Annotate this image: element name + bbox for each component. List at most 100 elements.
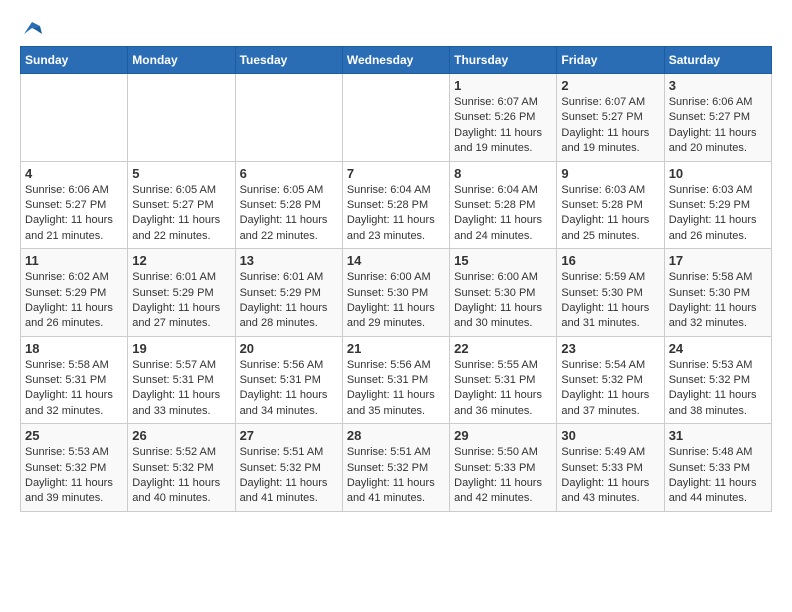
calendar-cell: 7Sunrise: 6:04 AMSunset: 5:28 PMDaylight… [342, 161, 449, 249]
calendar-cell: 31Sunrise: 5:48 AMSunset: 5:33 PMDayligh… [664, 424, 771, 512]
calendar-cell: 11 Sunrise: 6:02 AMSunset: 5:29 PMDayligh… [21, 249, 128, 337]
weekday-header-friday: Friday [557, 47, 664, 74]
day-info: Sunrise: 5:57 AMSunset: 5:31 PMDaylight:… [132, 358, 230, 420]
day-number: 21 [347, 341, 445, 356]
day-number: 20 [240, 341, 338, 356]
day-number: 26 [132, 428, 230, 443]
calendar-cell: 15 Sunrise: 6:00 AMSunset: 5:30 PMDayligh… [450, 249, 557, 337]
calendar-cell: 5 Sunrise: 6:05 AMSunset: 5:27 PMDaylight… [128, 161, 235, 249]
calendar-cell: 24 Sunrise: 5:53 AMSunset: 5:32 PMDayligh… [664, 336, 771, 424]
calendar-cell: 20 Sunrise: 5:56 AMSunset: 5:31 PMDayligh… [235, 336, 342, 424]
day-info: Sunrise: 5:59 AMSunset: 5:30 PMDaylight:… [561, 270, 659, 332]
day-number: 28 [347, 428, 445, 443]
day-info: Sunrise: 6:01 AMSunset: 5:29 PMDaylight:… [240, 270, 338, 332]
day-info: Sunrise: 6:03 AMSunset: 5:29 PMDaylight:… [669, 183, 767, 245]
day-number: 3 [669, 78, 767, 93]
calendar-cell: 9 Sunrise: 6:03 AMSunset: 5:28 PMDaylight… [557, 161, 664, 249]
day-info: Sunrise: 5:56 AMSunset: 5:31 PMDaylight:… [240, 358, 338, 420]
calendar-cell: 3 Sunrise: 6:06 AMSunset: 5:27 PMDaylight… [664, 74, 771, 162]
calendar-cell: 22 Sunrise: 5:55 AMSunset: 5:31 PMDayligh… [450, 336, 557, 424]
day-info: Sunrise: 5:54 AMSunset: 5:32 PMDaylight:… [561, 358, 659, 420]
day-number: 19 [132, 341, 230, 356]
calendar-cell [342, 74, 449, 162]
calendar-cell: 18 Sunrise: 5:58 AMSunset: 5:31 PMDayligh… [21, 336, 128, 424]
day-info: Sunrise: 6:05 AMSunset: 5:28 PMDaylight:… [240, 183, 338, 245]
day-number: 18 [25, 341, 123, 356]
day-number: 31 [669, 428, 767, 443]
day-number: 14 [347, 253, 445, 268]
day-number: 1 [454, 78, 552, 93]
day-info: Sunrise: 5:58 AMSunset: 5:30 PMDaylight:… [669, 270, 767, 332]
calendar-cell: 6 Sunrise: 6:05 AMSunset: 5:28 PMDaylight… [235, 161, 342, 249]
calendar-cell: 23 Sunrise: 5:54 AMSunset: 5:32 PMDayligh… [557, 336, 664, 424]
calendar-cell: 4 Sunrise: 6:06 AMSunset: 5:27 PMDaylight… [21, 161, 128, 249]
calendar-cell: 13 Sunrise: 6:01 AMSunset: 5:29 PMDayligh… [235, 249, 342, 337]
calendar-cell: 17 Sunrise: 5:58 AMSunset: 5:30 PMDayligh… [664, 249, 771, 337]
logo [20, 20, 42, 36]
day-number: 24 [669, 341, 767, 356]
day-number: 22 [454, 341, 552, 356]
day-info: Sunrise: 5:56 AMSunset: 5:31 PMDaylight:… [347, 358, 445, 420]
weekday-header-sunday: Sunday [21, 47, 128, 74]
calendar-cell: 8 Sunrise: 6:04 AMSunset: 5:28 PMDaylight… [450, 161, 557, 249]
day-info: Sunrise: 6:06 AMSunset: 5:27 PMDaylight:… [25, 183, 123, 245]
weekday-header-tuesday: Tuesday [235, 47, 342, 74]
calendar-cell: 2 Sunrise: 6:07 AMSunset: 5:27 PMDaylight… [557, 74, 664, 162]
day-number: 9 [561, 166, 659, 181]
calendar-cell: 26 Sunrise: 5:52 AMSunset: 5:32 PMDayligh… [128, 424, 235, 512]
day-info: Sunrise: 6:00 AMSunset: 5:30 PMDaylight:… [454, 270, 552, 332]
day-info: Sunrise: 6:04 AMSunset: 5:28 PMDaylight:… [454, 183, 552, 245]
day-info: Sunrise: 6:01 AMSunset: 5:29 PMDaylight:… [132, 270, 230, 332]
calendar-cell [128, 74, 235, 162]
day-number: 4 [25, 166, 123, 181]
day-number: 16 [561, 253, 659, 268]
day-number: 17 [669, 253, 767, 268]
day-number: 30 [561, 428, 659, 443]
logo-bird-icon [22, 20, 42, 36]
weekday-header-monday: Monday [128, 47, 235, 74]
calendar-cell: 1 Sunrise: 6:07 AMSunset: 5:26 PMDaylight… [450, 74, 557, 162]
day-number: 5 [132, 166, 230, 181]
calendar-cell: 28 Sunrise: 5:51 AMSunset: 5:32 PMDayligh… [342, 424, 449, 512]
day-info: Sunrise: 5:58 AMSunset: 5:31 PMDaylight:… [25, 358, 123, 420]
weekday-header-wednesday: Wednesday [342, 47, 449, 74]
day-info: Sunrise: 6:03 AMSunset: 5:28 PMDaylight:… [561, 183, 659, 245]
calendar-table: SundayMondayTuesdayWednesdayThursdayFrid… [20, 46, 772, 512]
calendar-cell: 21 Sunrise: 5:56 AMSunset: 5:31 PMDayligh… [342, 336, 449, 424]
day-info: Sunrise: 6:07 AMSunset: 5:27 PMDaylight:… [561, 95, 659, 157]
day-number: 11 [25, 253, 123, 268]
day-info: Sunrise: 5:50 AMSunset: 5:33 PMDaylight:… [454, 445, 552, 507]
day-number: 25 [25, 428, 123, 443]
day-number: 23 [561, 341, 659, 356]
day-number: 15 [454, 253, 552, 268]
day-number: 2 [561, 78, 659, 93]
calendar-cell: 16 Sunrise: 5:59 AMSunset: 5:30 PMDayligh… [557, 249, 664, 337]
day-info: Sunrise: 5:53 AMSunset: 5:32 PMDaylight:… [669, 358, 767, 420]
day-number: 10 [669, 166, 767, 181]
day-number: 8 [454, 166, 552, 181]
calendar-cell: 12 Sunrise: 6:01 AMSunset: 5:29 PMDayligh… [128, 249, 235, 337]
calendar-cell [21, 74, 128, 162]
day-info: Sunrise: 5:53 AMSunset: 5:32 PMDaylight:… [25, 445, 123, 507]
day-info: Sunrise: 6:04 AMSunset: 5:28 PMDaylight:… [347, 183, 445, 245]
calendar-cell: 29 Sunrise: 5:50 AMSunset: 5:33 PMDayligh… [450, 424, 557, 512]
day-number: 6 [240, 166, 338, 181]
day-info: Sunrise: 6:06 AMSunset: 5:27 PMDaylight:… [669, 95, 767, 157]
day-number: 27 [240, 428, 338, 443]
day-info: Sunrise: 5:55 AMSunset: 5:31 PMDaylight:… [454, 358, 552, 420]
calendar-cell: 27Sunrise: 5:51 AMSunset: 5:32 PMDayligh… [235, 424, 342, 512]
day-info: Sunrise: 6:07 AMSunset: 5:26 PMDaylight:… [454, 95, 552, 157]
day-info: Sunrise: 6:05 AMSunset: 5:27 PMDaylight:… [132, 183, 230, 245]
page-header [20, 20, 772, 36]
calendar-cell: 10 Sunrise: 6:03 AMSunset: 5:29 PMDayligh… [664, 161, 771, 249]
weekday-header-saturday: Saturday [664, 47, 771, 74]
day-info: Sunrise: 5:49 AMSunset: 5:33 PMDaylight:… [561, 445, 659, 507]
day-number: 29 [454, 428, 552, 443]
calendar-cell: 14Sunrise: 6:00 AMSunset: 5:30 PMDayligh… [342, 249, 449, 337]
day-info: Sunrise: 5:51 AMSunset: 5:32 PMDaylight:… [347, 445, 445, 507]
day-number: 12 [132, 253, 230, 268]
calendar-cell [235, 74, 342, 162]
day-number: 13 [240, 253, 338, 268]
day-info: Sunrise: 5:52 AMSunset: 5:32 PMDaylight:… [132, 445, 230, 507]
day-info: Sunrise: 6:02 AMSunset: 5:29 PMDaylight:… [25, 270, 123, 332]
